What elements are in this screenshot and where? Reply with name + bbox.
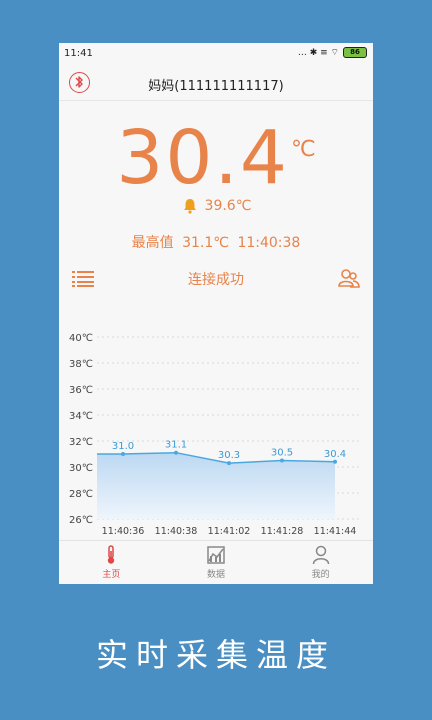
x-tick-label: 11:41:44	[314, 526, 357, 537]
thermometer-icon	[108, 545, 115, 564]
current-temperature: 30.4℃	[59, 115, 373, 201]
status-icons: … ✱ ≡ ⌔ 86	[298, 47, 367, 58]
max-time: 11:40:38	[237, 235, 301, 251]
temperature-chart: 40℃ 38℃ 36℃ 34℃ 32℃ 30℃ 28℃ 26℃ 31.0 31.1 30.3 30.5…	[69, 333, 359, 537]
y-tick-label: 26℃	[69, 515, 93, 526]
series-area	[97, 452, 335, 519]
y-tick-label: 34℃	[69, 411, 93, 422]
slogan: 实时采集温度	[95, 636, 336, 674]
tab-home[interactable]: 主页	[59, 541, 164, 584]
app-screen: 11:41 … ✱ ≡ ⌔ 86 妈妈(111111111117) 30.4℃ …	[59, 43, 373, 584]
max-value: 31.1℃	[182, 235, 229, 251]
profile-icon	[312, 545, 329, 565]
alarm-setting[interactable]: 39.6℃	[59, 197, 373, 215]
chart-icon	[207, 546, 225, 564]
data-point	[227, 461, 231, 466]
battery-icon: 86	[343, 47, 367, 58]
tab-profile[interactable]: 我的	[268, 541, 373, 584]
y-tick-label: 32℃	[69, 437, 93, 448]
temperature-value: 30.4	[116, 115, 290, 201]
data-point	[333, 459, 337, 464]
data-label: 31.1	[165, 440, 187, 451]
y-tick-label: 40℃	[69, 333, 93, 344]
data-label: 30.5	[271, 448, 293, 459]
x-tick-label: 11:40:36	[102, 526, 145, 537]
status-time: 11:41	[64, 48, 93, 59]
data-point	[280, 458, 284, 463]
y-tick-label: 38℃	[69, 359, 93, 370]
data-point	[121, 452, 125, 456]
y-tick-label: 28℃	[69, 489, 93, 500]
tab-profile-label: 我的	[311, 570, 330, 580]
tab-bar: 主页 数据 我的	[59, 540, 373, 584]
connection-row: 连接成功	[59, 265, 373, 293]
tab-data[interactable]: 数据	[164, 541, 269, 584]
y-tick-label: 30℃	[69, 463, 93, 474]
connection-status: 连接成功	[188, 272, 244, 288]
bell-icon	[183, 199, 196, 214]
x-tick-label: 11:40:38	[155, 526, 198, 537]
max-reading: 最高值 31.1℃ 11:40:38	[59, 232, 373, 252]
data-label: 31.0	[112, 441, 134, 452]
signal-icons: … ✱ ≡ ⌔	[297, 48, 339, 58]
page-title: 妈妈(111111111117)	[148, 79, 284, 94]
x-tick-label: 11:41:28	[261, 526, 304, 537]
tab-home-label: 主页	[102, 570, 121, 580]
data-label: 30.4	[324, 449, 346, 460]
y-tick-label: 36℃	[69, 385, 93, 396]
tab-data-label: 数据	[207, 570, 226, 580]
title-bar: 妈妈(111111111117)	[59, 65, 373, 101]
data-label: 30.3	[218, 450, 240, 461]
user-switch-icon[interactable]	[338, 267, 360, 289]
alarm-value: 39.6℃	[204, 198, 252, 214]
status-bar: 11:41 … ✱ ≡ ⌔ 86	[59, 43, 373, 65]
max-label: 最高值	[131, 235, 174, 251]
x-tick-label: 11:41:02	[208, 526, 251, 537]
temperature-unit: ℃	[291, 137, 316, 162]
data-point	[174, 450, 178, 455]
